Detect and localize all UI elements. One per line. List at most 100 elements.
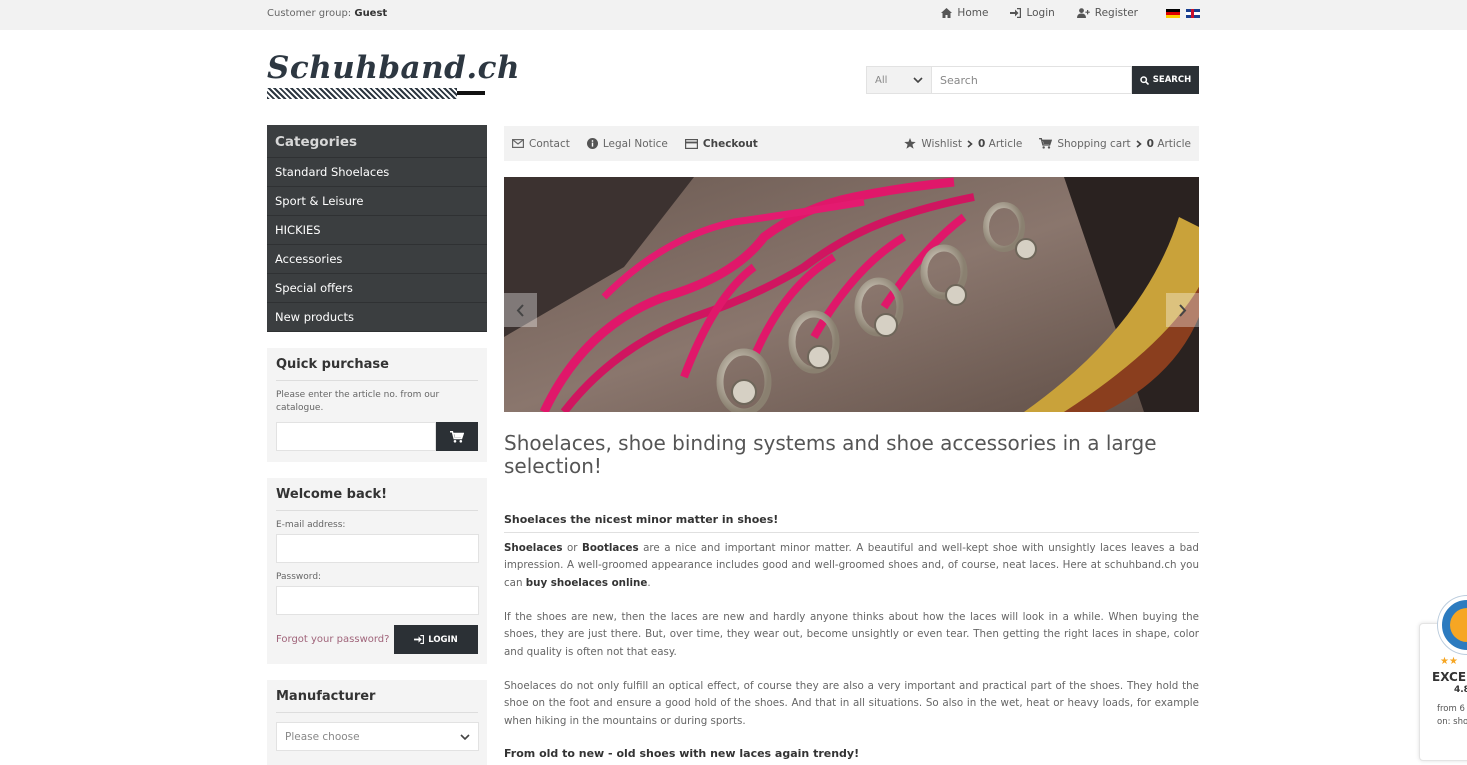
category-special-offers[interactable]: Special offers [267, 274, 487, 303]
search-icon [1140, 75, 1149, 85]
quick-purchase-button[interactable] [436, 422, 478, 451]
star-icon [904, 138, 917, 149]
wishlist-unit: Article [988, 137, 1023, 150]
sign-in-icon [414, 635, 425, 644]
login-title: Welcome back! [276, 478, 478, 511]
contact-label: Contact [529, 137, 570, 150]
login-link[interactable]: Login [1010, 7, 1055, 19]
slider-next-button[interactable] [1166, 293, 1199, 327]
categories-menu: Categories Standard Shoelaces Sport & Le… [267, 125, 487, 332]
manufacturer-select[interactable]: Please choose [276, 722, 479, 751]
login-button-label: LOGIN [428, 634, 458, 645]
envelope-icon [512, 139, 524, 148]
cart-icon [1039, 138, 1053, 149]
logo[interactable]: Schuhband.ch [267, 50, 521, 102]
logo-lace-graphic [267, 88, 457, 99]
email-label: E-mail address: [276, 520, 346, 530]
wishlist-count: 0 [978, 137, 986, 150]
chevron-left-icon [516, 303, 524, 317]
rating-from: from 6 [1437, 704, 1465, 714]
quick-purchase-title: Quick purchase [276, 348, 478, 381]
section-subheading-2: From old to new - old shoes with new lac… [504, 747, 860, 760]
search-button-label: SEARCH [1152, 75, 1192, 85]
trust-badge[interactable]: ★★ EXCE 4.8 from 6 on: sho [1419, 596, 1467, 761]
search-bar: All Search SEARCH [866, 66, 1199, 94]
credit-card-icon [684, 138, 698, 149]
page-headline: Shoelaces, shoe binding systems and shoe… [504, 431, 1157, 478]
intro-bold-3: buy shoelaces online [525, 576, 648, 589]
search-input[interactable]: Search [932, 66, 1132, 94]
user-plus-icon [1076, 8, 1090, 18]
english-flag-icon[interactable] [1186, 8, 1200, 18]
content-nav-left: Contact Legal Notice Checkout [512, 138, 758, 150]
password-field[interactable] [276, 586, 479, 615]
checkout-label: Checkout [702, 137, 758, 150]
german-flag-icon[interactable] [1166, 8, 1180, 18]
rating-stars: ★★ [1440, 656, 1458, 667]
search-category-select[interactable]: All [866, 66, 932, 94]
category-sport-leisure[interactable]: Sport & Leisure [267, 187, 487, 216]
cart-count: 0 [1146, 137, 1154, 150]
password-label: Password: [276, 572, 322, 582]
login-button[interactable]: LOGIN [394, 625, 478, 654]
chevron-right-icon [1136, 139, 1142, 148]
manufacturer-select-value: Please choose [285, 730, 360, 743]
customer-group: Customer group: Guest [267, 8, 387, 19]
login-link-label: Login [1026, 7, 1055, 19]
login-actions: Forgot your password? LOGIN [276, 625, 478, 654]
manufacturer-box: Manufacturer Please choose [267, 680, 487, 765]
search-category-value: All [875, 74, 888, 86]
logo-text: Schuhband.ch [267, 50, 521, 86]
register-link[interactable]: Register [1076, 7, 1138, 19]
manufacturer-title: Manufacturer [276, 680, 478, 713]
chevron-right-icon [1179, 303, 1187, 317]
intro-bold-2: Bootlaces [581, 542, 639, 554]
home-link[interactable]: Home [941, 7, 988, 19]
content-nav-bar: Contact Legal Notice Checkout Wishlist 0… [504, 126, 1199, 161]
shopping-cart-link[interactable]: Shopping cart 0 Article [1039, 138, 1191, 150]
legal-notice-label: Legal Notice [602, 137, 668, 150]
login-box: Welcome back! E-mail address: Password: … [267, 478, 487, 664]
rating-word: EXCE [1432, 670, 1467, 684]
category-hickies[interactable]: HICKIES [267, 216, 487, 245]
forgot-password-link[interactable]: Forgot your password? [276, 634, 389, 645]
language-switcher [1166, 8, 1200, 18]
rating-score: 4.8 [1454, 685, 1467, 695]
search-button[interactable]: SEARCH [1132, 66, 1199, 94]
article-number-input[interactable] [276, 422, 437, 451]
rating-on: on: sho [1437, 717, 1467, 727]
logo-lace-end [457, 91, 485, 95]
home-icon [941, 8, 953, 18]
intro-text-3: . [647, 576, 651, 589]
intro-paragraph: Shoelaces or Bootlaces are a nice and im… [504, 540, 1199, 592]
shoe-laces-image [504, 177, 1199, 412]
contact-link[interactable]: Contact [512, 138, 570, 150]
customer-group-label: Customer group: [267, 8, 352, 19]
slider-prev-button[interactable] [504, 293, 537, 327]
home-link-label: Home [957, 7, 989, 19]
category-standard-shoelaces[interactable]: Standard Shoelaces [267, 158, 487, 187]
cart-icon [450, 430, 465, 443]
body-paragraph-2: If the shoes are new, then the laces are… [504, 611, 1199, 658]
checkout-link[interactable]: Checkout [684, 137, 758, 150]
chevron-down-icon [913, 77, 923, 83]
trust-seal-icon [1438, 596, 1467, 654]
chevron-right-icon [967, 139, 973, 148]
cart-unit: Article [1157, 137, 1191, 150]
top-bar: Customer group: Guest Home Login Registe… [0, 0, 1467, 30]
email-field[interactable] [276, 534, 479, 563]
body-paragraph-3: Shoelaces do not only fulfill an optical… [504, 680, 1199, 727]
category-accessories[interactable]: Accessories [267, 245, 487, 274]
wishlist-link[interactable]: Wishlist 0 Article [904, 138, 1022, 150]
sign-in-icon [1010, 8, 1022, 18]
wishlist-label: Wishlist [921, 137, 963, 150]
category-new-products[interactable]: New products [267, 303, 487, 332]
hero-slider [504, 177, 1199, 412]
register-link-label: Register [1094, 7, 1138, 19]
top-links: Home Login Register [941, 7, 1200, 19]
quick-purchase-hint: Please enter the article no. from our ca… [276, 390, 440, 413]
rating-source: from 6 on: sho [1437, 703, 1467, 729]
section-subheading: Shoelaces the nicest minor matter in sho… [504, 513, 1199, 533]
legal-notice-link[interactable]: Legal Notice [586, 137, 668, 150]
customer-group-value: Guest [354, 8, 388, 19]
